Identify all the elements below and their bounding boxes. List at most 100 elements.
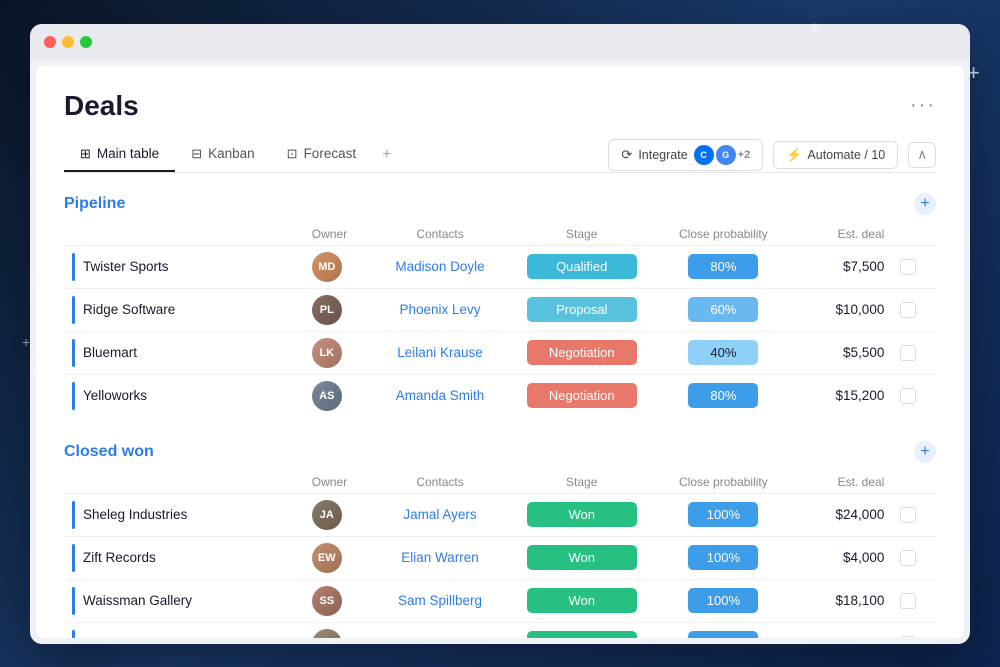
company-cell: Twister Sports [64,245,304,288]
contact-link[interactable]: Jamal Ayers [403,507,476,522]
company-cell: Ridge Software [64,288,304,331]
company-cell: Bluemart [64,331,304,374]
add-tab-button[interactable]: + [372,138,401,172]
kanban-icon: ⊟ [191,146,202,162]
contact-link[interactable]: Madison Doyle [395,259,484,274]
company-cell: Zift Records [64,536,304,579]
stage-badge: Won [527,545,637,570]
add-pipeline-button[interactable]: + [914,193,936,215]
contact-link[interactable]: Hannah Gluck [397,636,483,638]
row-checkbox[interactable] [900,345,916,361]
row-checkbox[interactable] [900,507,916,523]
deal-cell: $18,100 [794,579,892,622]
probability-cell: 80% [653,245,795,288]
contact-link[interactable]: Elian Warren [401,550,479,565]
row-action-cell [892,374,936,417]
contact-link[interactable]: Leilani Krause [397,345,483,360]
tab-main-table-label: Main table [97,146,159,161]
titlebar [30,24,970,60]
owner-cell: MD [304,245,369,288]
probability-badge: 100% [688,545,758,570]
row-action-cell [892,536,936,579]
contact-link[interactable]: Amanda Smith [396,388,485,403]
integrate-label: Integrate [638,148,687,162]
closed-won-header: Closed won + [64,441,936,463]
contact-cell: Sam Spillberg [369,579,511,622]
tab-actions: ⟳ Integrate C G +2 ⚡ Automate / 10 ∧ [608,139,936,171]
owner-cell: LK [304,331,369,374]
automate-button[interactable]: ⚡ Automate / 10 [773,141,898,169]
company-bar [72,253,75,281]
owner-cell: AS [304,374,369,417]
avatar: EW [312,543,342,573]
tab-forecast[interactable]: ⊡ Forecast [271,138,372,172]
contact-link[interactable]: Sam Spillberg [398,593,482,608]
closed-won-section: Closed won + Owner Contacts Stage Close … [64,441,936,638]
owner-cell: PL [304,288,369,331]
row-action-cell [892,245,936,288]
probability-badge: 100% [688,502,758,527]
pipeline-table: Owner Contacts Stage Close probability E… [64,223,936,417]
table-row: Waissman Gallery SS Sam Spillberg Won 10… [64,579,936,622]
page-header: Deals ··· [64,90,936,122]
deal-cell: $10,000 [794,288,892,331]
table-row: SFF Cruise HG Hannah Gluck Won 100% $5,8… [64,622,936,638]
avatar: SS [312,586,342,616]
company-cell: SFF Cruise [64,622,304,638]
deal-value: $24,000 [836,507,885,522]
more-options-button[interactable]: ··· [910,94,936,117]
company-name: SFF Cruise [83,636,151,638]
col-company [64,223,304,246]
deal-value: $5,500 [843,345,884,360]
stage-cell: Negotiation [511,331,653,374]
contact-link[interactable]: Phoenix Levy [400,302,481,317]
close-button[interactable] [44,36,56,48]
add-closed-won-button[interactable]: + [914,441,936,463]
table-row: Bluemart LK Leilani Krause Negotiation 4… [64,331,936,374]
contact-cell: Elian Warren [369,536,511,579]
company-name: Yelloworks [83,388,147,403]
stage-cell: Won [511,622,653,638]
company-name: Twister Sports [83,259,169,274]
row-action-cell [892,579,936,622]
avatar: HG [312,629,342,638]
row-checkbox[interactable] [900,636,916,638]
row-checkbox[interactable] [900,593,916,609]
owner-cell: SS [304,579,369,622]
integrate-button[interactable]: ⟳ Integrate C G +2 [608,139,763,171]
maximize-button[interactable] [80,36,92,48]
company-bar [72,296,75,324]
row-action-cell [892,493,936,536]
company-name: Sheleg Industries [83,507,187,522]
minimize-button[interactable] [62,36,74,48]
chevron-up-button[interactable]: ∧ [908,142,936,168]
probability-cell: 80% [653,374,795,417]
table-row: Sheleg Industries JA Jamal Ayers Won 100… [64,493,936,536]
company-bar [72,501,75,529]
table-row: Zift Records EW Elian Warren Won 100% $4… [64,536,936,579]
row-checkbox[interactable] [900,259,916,275]
tab-kanban[interactable]: ⊟ Kanban [175,138,270,172]
stage-badge: Negotiation [527,340,637,365]
probability-badge: 40% [688,340,758,365]
row-checkbox[interactable] [900,388,916,404]
avatar: MD [312,252,342,282]
company-bar [72,339,75,367]
stage-badge: Proposal [527,297,637,322]
deal-value: $18,100 [836,593,885,608]
automate-label: Automate / 10 [807,148,885,162]
tab-kanban-label: Kanban [208,146,255,161]
company-bar [72,544,75,572]
company-cell: Sheleg Industries [64,493,304,536]
row-checkbox[interactable] [900,302,916,318]
table-row: Twister Sports MD Madison Doyle Qualifie… [64,245,936,288]
row-checkbox[interactable] [900,550,916,566]
probability-cell: 100% [653,579,795,622]
deal-cell: $24,000 [794,493,892,536]
pipeline-section: Pipeline + Owner Contacts Stage Close pr… [64,193,936,417]
col-contacts: Contacts [369,223,511,246]
owner-cell: JA [304,493,369,536]
contact-cell: Madison Doyle [369,245,511,288]
probability-badge: 60% [688,297,758,322]
tab-main-table[interactable]: ⊞ Main table [64,138,175,172]
